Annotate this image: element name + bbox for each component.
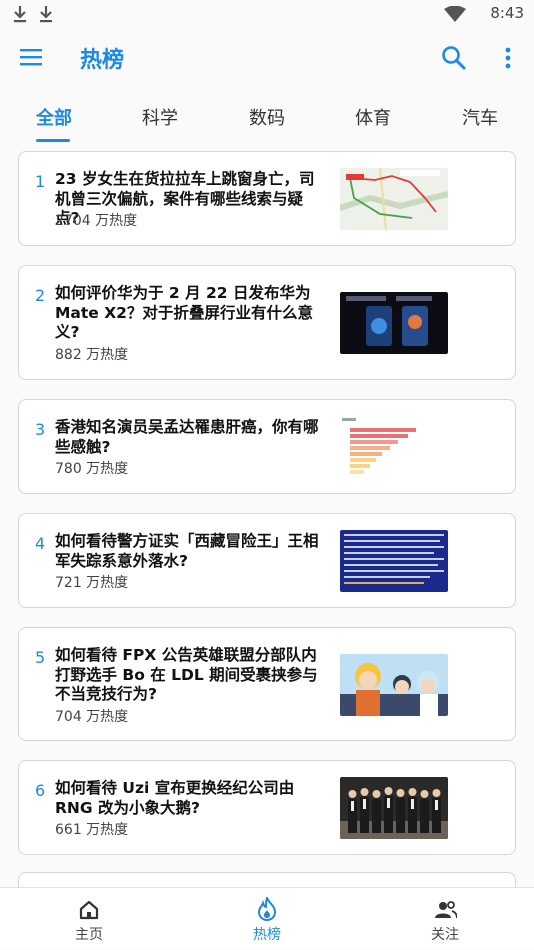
list-item[interactable]: 5 如何看待 FPX 公告英雄联盟分部队内打野选手 Bo 在 LDL 期间受裹挟… — [18, 627, 516, 741]
item-title: 如何评价华为于 2 月 22 日发布华为 Mate X2？对于折叠屏行业有什么意… — [55, 284, 313, 341]
tab-auto[interactable]: 汽车 — [462, 104, 498, 130]
text-thumbnail — [340, 530, 448, 592]
more-vert-icon[interactable] — [496, 44, 520, 72]
download-icon — [40, 6, 52, 23]
heat-count: 704 万热度 — [55, 709, 129, 725]
group-photo-thumbnail — [340, 777, 448, 839]
nav-following-label: 关注 — [431, 927, 459, 943]
heat-count: 2704 万热度 — [55, 213, 138, 229]
item-title: 如何看待 Uzi 宣布更换经纪公司由 RNG 改为小象大鹅? — [55, 779, 295, 817]
heat-count: 882 万热度 — [55, 347, 129, 363]
status-bar: 8:43 — [0, 0, 534, 28]
menu-icon[interactable] — [18, 46, 44, 68]
chart-thumbnail — [340, 416, 448, 478]
item-title: 如何看待警方证实「西藏冒险王」王相军失踪系意外落水? — [55, 532, 319, 570]
people-icon — [435, 901, 457, 919]
rank-number: 3 — [35, 420, 46, 439]
phone-thumbnail — [340, 292, 448, 354]
rank-number: 6 — [35, 781, 46, 800]
list-item[interactable]: 2 如何评价华为于 2 月 22 日发布华为 Mate X2？对于折叠屏行业有什… — [18, 265, 516, 380]
heat-count: 780 万热度 — [55, 461, 129, 477]
tab-sports[interactable]: 体育 — [355, 104, 391, 130]
status-time: 8:43 — [490, 4, 524, 22]
rank-number: 4 — [35, 534, 46, 553]
search-icon[interactable] — [440, 44, 468, 72]
tab-all[interactable]: 全部 — [36, 104, 72, 130]
nav-home[interactable]: 主页 — [29, 888, 149, 950]
nav-following[interactable]: 关注 — [385, 888, 505, 950]
download-icon — [14, 6, 26, 23]
home-icon — [79, 900, 99, 920]
rank-number: 5 — [35, 648, 46, 667]
list-item[interactable]: 6 如何看待 Uzi 宣布更换经纪公司由 RNG 改为小象大鹅? 661 万热度 — [18, 760, 516, 855]
rank-number: 2 — [35, 286, 46, 305]
map-thumbnail — [340, 168, 448, 230]
nav-hot-label: 热榜 — [253, 927, 281, 943]
app-bar: 热榜 — [0, 28, 534, 86]
tab-science[interactable]: 科学 — [142, 104, 178, 130]
tab-indicator — [36, 139, 70, 142]
list-item[interactable]: 4 如何看待警方证实「西藏冒险王」王相军失踪系意外落水? 721 万热度 — [18, 513, 516, 608]
heat-count: 721 万热度 — [55, 575, 129, 591]
list-item[interactable]: 3 香港知名演员吴孟达罹患肝癌，你有哪些感触? 780 万热度 — [18, 399, 516, 494]
category-tabs: 全部 科学 数码 体育 汽车 — [0, 92, 534, 142]
wifi-icon — [444, 6, 466, 22]
anime-thumbnail — [340, 654, 448, 716]
tab-digital[interactable]: 数码 — [249, 104, 285, 130]
page-title: 热榜 — [80, 48, 125, 73]
item-title: 如何看待 FPX 公告英雄联盟分部队内打野选手 Bo 在 LDL 期间受裹挟参与… — [55, 646, 318, 703]
flame-icon — [257, 897, 277, 921]
list-item[interactable]: 1 23 岁女生在货拉拉车上跳窗身亡，司机曾三次偏航，案件有哪些线索与疑点? 2… — [18, 151, 516, 246]
nav-home-label: 主页 — [75, 927, 103, 943]
bottom-nav: 主页 热榜 关注 — [0, 887, 534, 949]
nav-hot[interactable]: 热榜 — [207, 888, 327, 950]
item-title: 香港知名演员吴孟达罹患肝癌，你有哪些感触? — [55, 418, 319, 456]
rank-number: 1 — [35, 172, 46, 191]
heat-count: 661 万热度 — [55, 822, 129, 838]
